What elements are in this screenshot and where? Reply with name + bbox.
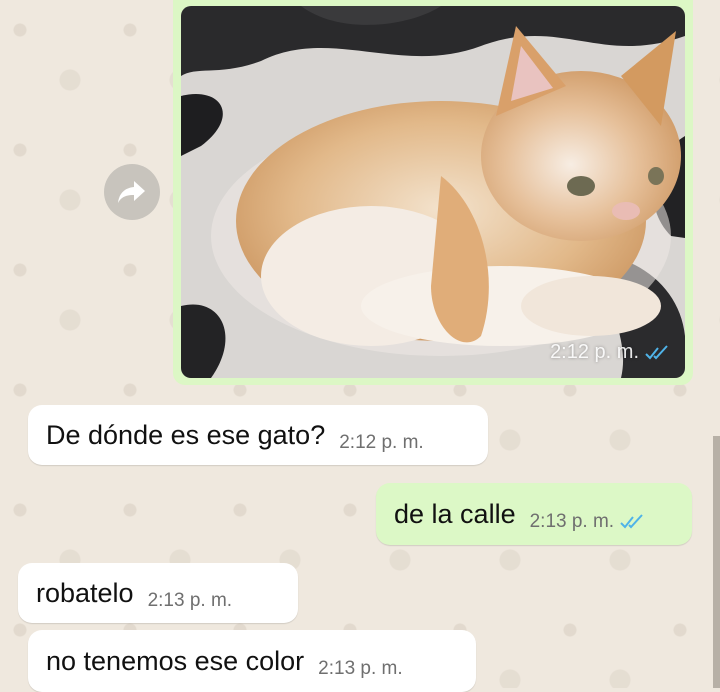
image-meta: 2:12 p. m. <box>550 341 671 364</box>
message-timestamp: 2:12 p. m. <box>339 432 424 453</box>
double-check-icon <box>620 514 643 529</box>
forward-arrow-icon <box>118 181 145 203</box>
scrollbar[interactable] <box>713 436 720 688</box>
double-check-icon <box>645 344 668 359</box>
message-bubble-outgoing[interactable]: de la calle 2:13 p. m. <box>376 483 692 545</box>
message-text: no tenemos ese color <box>46 645 305 676</box>
message-bubble-incoming[interactable]: De dónde es ese gato? 2:12 p. m. <box>28 405 488 465</box>
forward-button[interactable] <box>104 164 160 220</box>
message-text: de la calle <box>394 498 516 529</box>
message-text: De dónde es ese gato? <box>46 419 326 450</box>
image-message-bubble[interactable]: 2:12 p. m. <box>173 0 693 385</box>
image-timestamp: 2:12 p. m. <box>550 341 639 363</box>
message-bubble-incoming[interactable]: no tenemos ese color 2:13 p. m. <box>28 630 476 692</box>
message-text: robatelo <box>36 577 134 608</box>
message-timestamp: 2:13 p. m. <box>318 658 403 679</box>
message-timestamp: 2:13 p. m. <box>147 590 233 611</box>
kitten-photo[interactable]: 2:12 p. m. <box>181 6 685 378</box>
message-bubble-incoming[interactable]: robatelo 2:13 p. m. <box>18 563 298 623</box>
message-timestamp: 2:13 p. m. <box>529 511 615 532</box>
